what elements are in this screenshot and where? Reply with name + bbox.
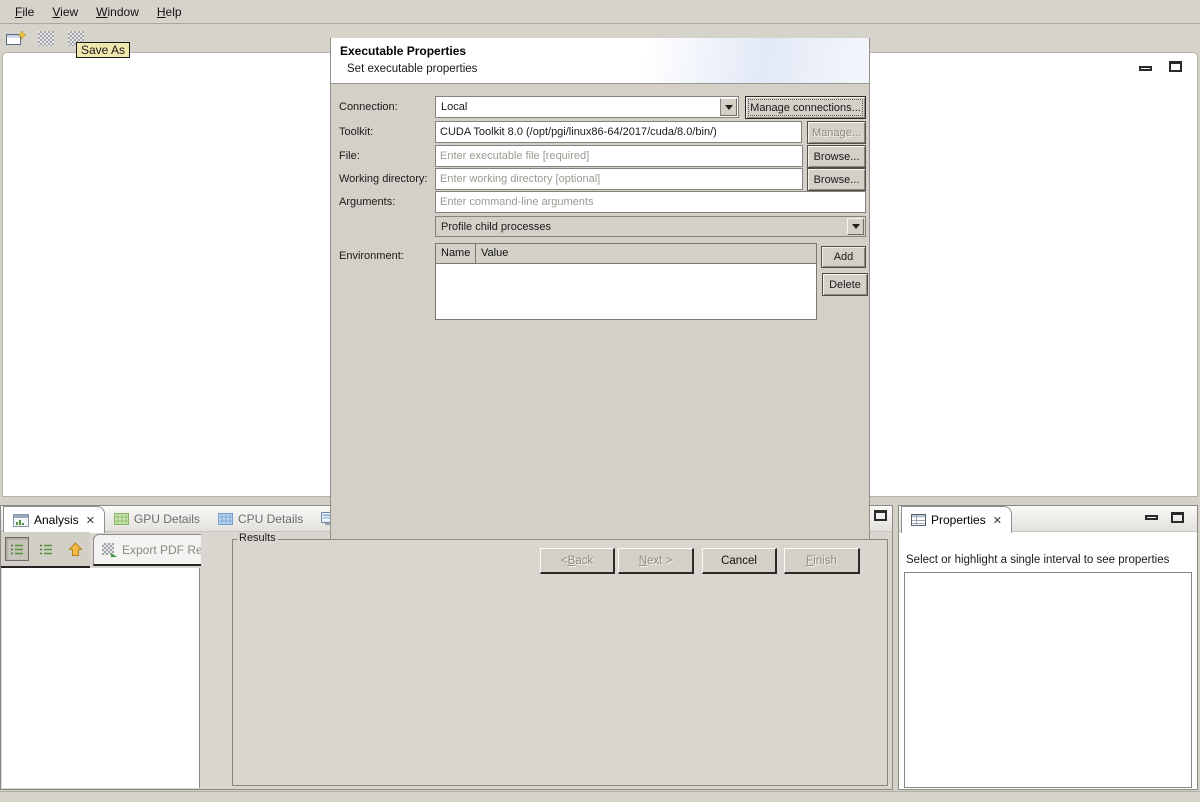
menu-window-label: indow bbox=[108, 5, 139, 19]
tab-analysis[interactable]: Analysis ✕ bbox=[3, 506, 105, 533]
file-field[interactable] bbox=[435, 145, 803, 167]
analysis-view-mode-group bbox=[1, 532, 90, 568]
delete-button[interactable]: Delete bbox=[822, 273, 868, 296]
profile-child-processes-value: Profile child processes bbox=[441, 221, 551, 233]
back-pre: < bbox=[561, 555, 568, 567]
env-column-name[interactable]: Name bbox=[436, 244, 476, 263]
dialog-subtitle: Set executable properties bbox=[347, 63, 477, 75]
back-rest: ack bbox=[575, 555, 593, 567]
profile-child-processes-select[interactable]: Profile child processes bbox=[435, 216, 866, 237]
status-bar bbox=[0, 791, 1200, 802]
close-icon[interactable]: ✕ bbox=[86, 514, 95, 527]
connection-label: Connection: bbox=[339, 96, 398, 118]
file-browse-button[interactable]: Browse... bbox=[807, 145, 866, 168]
analysis-unguided-view-button[interactable] bbox=[34, 537, 58, 561]
tab-gpu-details-label: GPU Details bbox=[134, 512, 200, 526]
menu-view-mnemonic: V bbox=[52, 5, 60, 19]
analysis-up-button[interactable] bbox=[63, 537, 87, 561]
save-as-tooltip: Save As bbox=[76, 42, 130, 58]
analysis-icon bbox=[13, 514, 29, 527]
menu-view-label: iew bbox=[60, 5, 78, 19]
connection-value: Local bbox=[441, 101, 467, 113]
export-pdf-icon bbox=[102, 543, 116, 556]
minimize-icon[interactable] bbox=[1139, 66, 1152, 71]
executable-properties-dialog: Executable Properties Set executable pro… bbox=[330, 38, 870, 540]
analysis-toolbar: Export PDF Report bbox=[1, 532, 231, 568]
working-directory-field[interactable] bbox=[435, 168, 803, 190]
working-directory-browse-button[interactable]: Browse... bbox=[807, 168, 866, 191]
toolkit-field[interactable] bbox=[435, 121, 802, 143]
properties-content-box bbox=[904, 572, 1192, 788]
tab-properties[interactable]: Properties ✕ bbox=[901, 506, 1012, 533]
environment-table-header: Name Value bbox=[436, 244, 816, 264]
next-mnemonic: N bbox=[639, 555, 647, 567]
menu-help-mnemonic: H bbox=[157, 5, 166, 19]
cpu-details-icon bbox=[218, 513, 233, 525]
menu-bar: File View Window Help bbox=[0, 0, 1200, 24]
tab-properties-label: Properties bbox=[931, 513, 986, 527]
properties-panel: Properties ✕ Select or highlight a singl… bbox=[898, 505, 1198, 790]
finish-rest: inish bbox=[813, 555, 837, 567]
next-button[interactable]: Next > bbox=[618, 548, 694, 574]
back-mnemonic: B bbox=[568, 555, 576, 567]
connection-select[interactable]: Local bbox=[435, 96, 739, 118]
application-window: File View Window Help Save As bbox=[0, 0, 1200, 802]
save-button[interactable] bbox=[35, 29, 57, 48]
results-label: Results bbox=[237, 532, 278, 544]
menu-view[interactable]: View bbox=[45, 2, 85, 22]
menu-file-label: ile bbox=[22, 5, 34, 19]
menu-window-mnemonic: W bbox=[96, 5, 107, 19]
close-icon[interactable]: ✕ bbox=[993, 514, 1002, 527]
finish-button[interactable]: Finish bbox=[784, 548, 860, 574]
maximize-icon[interactable] bbox=[1169, 61, 1182, 72]
arguments-label: Arguments: bbox=[339, 191, 395, 213]
properties-minimize-icon[interactable] bbox=[1145, 515, 1158, 520]
analysis-guided-view-button[interactable] bbox=[5, 537, 29, 561]
save-icon bbox=[38, 31, 54, 46]
env-column-value[interactable]: Value bbox=[476, 244, 816, 263]
toolkit-label: Toolkit: bbox=[339, 121, 373, 143]
dialog-body: Connection: Local Manage connections... … bbox=[331, 84, 869, 539]
dialog-title: Executable Properties bbox=[340, 44, 466, 58]
file-label: File: bbox=[339, 145, 360, 167]
finish-mnemonic: F bbox=[806, 555, 813, 567]
add-button[interactable]: Add bbox=[821, 246, 866, 268]
environment-label: Environment: bbox=[339, 245, 404, 267]
unguided-list-icon bbox=[39, 543, 53, 556]
properties-icon bbox=[911, 514, 926, 526]
chevron-down-icon[interactable] bbox=[847, 218, 864, 235]
tab-cpu-details[interactable]: CPU Details bbox=[209, 506, 312, 531]
results-groupbox bbox=[232, 539, 888, 786]
cancel-button[interactable]: Cancel bbox=[702, 548, 777, 574]
analysis-panel-maximize-icon[interactable] bbox=[874, 510, 887, 521]
up-arrow-icon bbox=[68, 542, 83, 557]
toolkit-manage-button[interactable]: Manage... bbox=[807, 121, 866, 144]
menu-help[interactable]: Help bbox=[150, 2, 189, 22]
tab-analysis-label: Analysis bbox=[34, 513, 79, 527]
next-rest: ext > bbox=[647, 555, 672, 567]
gpu-details-icon bbox=[114, 513, 129, 525]
tab-gpu-details[interactable]: GPU Details bbox=[105, 506, 209, 531]
environment-table[interactable]: Name Value bbox=[435, 243, 817, 320]
menu-window[interactable]: Window bbox=[89, 2, 146, 22]
chevron-down-icon[interactable] bbox=[720, 98, 737, 116]
properties-message: Select or highlight a single interval to… bbox=[906, 554, 1169, 566]
properties-maximize-icon[interactable] bbox=[1171, 512, 1184, 523]
tab-cpu-details-label: CPU Details bbox=[238, 512, 303, 526]
new-session-button[interactable] bbox=[5, 29, 27, 48]
analysis-list-area bbox=[2, 568, 200, 788]
back-button[interactable]: < Back bbox=[540, 548, 615, 574]
new-session-icon bbox=[6, 31, 26, 46]
menu-help-label: elp bbox=[166, 5, 182, 19]
dialog-header: Executable Properties Set executable pro… bbox=[331, 38, 869, 84]
working-directory-label: Working directory: bbox=[339, 168, 427, 190]
guided-list-icon bbox=[10, 543, 24, 556]
manage-connections-button[interactable]: Manage connections... bbox=[745, 96, 866, 119]
arguments-field[interactable] bbox=[435, 191, 866, 213]
menu-file[interactable]: File bbox=[8, 2, 41, 22]
